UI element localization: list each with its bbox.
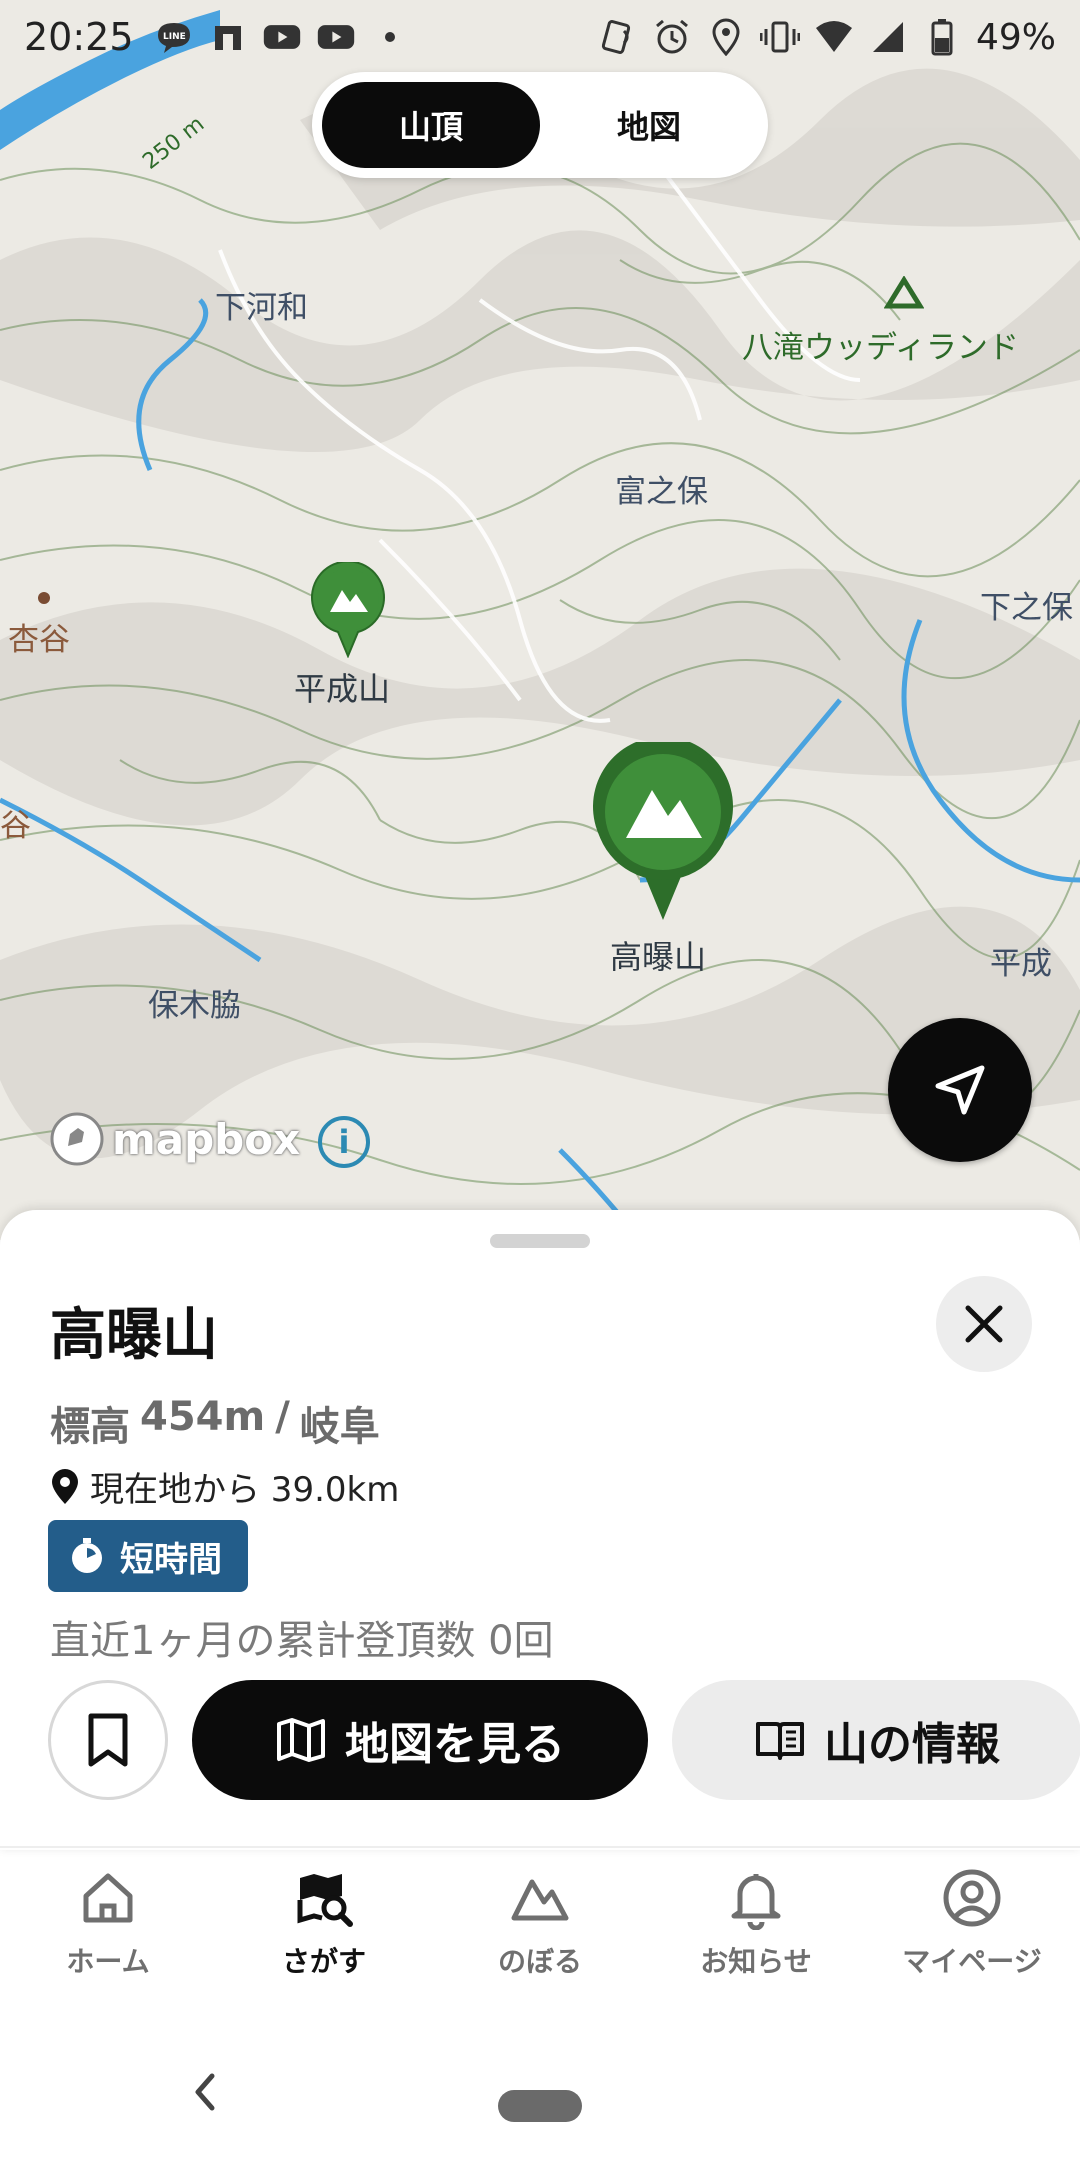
youtube-icon (262, 17, 302, 57)
nav-notifications-label: お知らせ (700, 1945, 812, 1978)
navigation-arrow-icon (935, 1065, 985, 1115)
bell-icon (731, 1874, 781, 1930)
locate-me-button[interactable] (888, 1018, 1032, 1162)
mountain-pin-icon (311, 560, 385, 659)
signal-icon (868, 17, 908, 57)
summit-count: 直近1ヶ月の累計登頂数 0回 (50, 1618, 554, 1664)
mapbox-wordmark: mapbox (112, 1114, 301, 1164)
battery-icon (922, 17, 962, 57)
nav-home-label: ホーム (66, 1945, 150, 1978)
nav-home[interactable]: ホーム (0, 1848, 216, 1998)
nav-mypage-label: マイページ (902, 1945, 1042, 1978)
place-label: 富之保 (615, 474, 708, 510)
map-icon (277, 1718, 325, 1762)
mountain-info-label: 山の情報 (824, 1719, 1000, 1770)
place-label: 下之保 (980, 590, 1073, 626)
wifi-icon (814, 17, 854, 57)
mountain-pin-icon (593, 736, 733, 920)
peak-pin-selected[interactable] (590, 736, 736, 926)
book-icon (756, 1722, 804, 1760)
stopwatch-icon (72, 1538, 102, 1573)
status-time: 20:25 (24, 15, 134, 59)
peak-title: 高曝山 (50, 1303, 218, 1368)
system-icons: 49% (598, 17, 1056, 58)
svg-text:LINE: LINE (163, 32, 186, 42)
dot-icon (370, 17, 410, 57)
toggle-map[interactable]: 地図 (540, 82, 758, 168)
search-map-icon (297, 1874, 353, 1927)
nav-search-label: さがす (281, 1945, 366, 1978)
peak-detail-sheet: 高曝山 標高 454m / 岐阜 現在地から 39.0km 短時間 直近1ヶ月の… (0, 1210, 1080, 1850)
duration-badge-label: 短時間 (120, 1539, 222, 1580)
view-map-label: 地図を見る (345, 1719, 565, 1770)
place-label: 下河和 (215, 290, 308, 326)
place-label: 保木脇 (148, 988, 241, 1024)
prefecture: 岐阜 (299, 1404, 380, 1450)
peak-label-selected: 高曝山 (610, 938, 707, 976)
status-bar: 20:25 LINE 49% (0, 0, 1080, 74)
location-icon (706, 17, 746, 57)
mapbox-mark-icon (50, 1112, 104, 1166)
n-icon (208, 17, 248, 57)
distance-text: 現在地から 39.0km (90, 1470, 400, 1510)
map-view[interactable]: 250 m 下河和 八滝ウッディランド 富之保 下之保 杏谷 谷 平成 保木脇 … (0, 0, 1080, 1240)
home-icon (83, 1873, 133, 1923)
bottom-nav: ホーム さがす のぼる お知らせ マイページ (0, 1848, 1080, 1998)
nfc-icon (598, 17, 638, 57)
alarm-icon (652, 17, 692, 57)
nav-notifications[interactable]: お知らせ (648, 1848, 864, 1998)
view-map-button[interactable]: 地図を見る (192, 1680, 648, 1800)
nav-climb[interactable]: のぼる (432, 1848, 648, 1998)
elevation-line: 標高 454m / 岐阜 (50, 1394, 380, 1452)
place-label: 平成 (990, 946, 1052, 982)
place-label: 八滝ウッディランド (742, 330, 1019, 366)
toggle-summit[interactable]: 山頂 (322, 82, 540, 168)
elevation-value: 454m (140, 1394, 266, 1440)
campsite-icon (884, 276, 924, 309)
elevation-separator: / (275, 1394, 290, 1440)
action-row: 地図を見る 山の情報 (48, 1680, 1080, 1800)
attribution-info-icon[interactable]: i (318, 1116, 370, 1168)
mountain-icon (511, 1879, 569, 1921)
place-label: 杏谷 (8, 622, 70, 658)
duration-badge: 短時間 (48, 1520, 248, 1592)
nav-climb-label: のぼる (497, 1945, 582, 1978)
mountain-info-button[interactable]: 山の情報 (672, 1680, 1080, 1800)
mapbox-logo: mapbox (48, 1110, 300, 1168)
peak-label: 平成山 (294, 670, 391, 708)
place-label: 谷 (0, 808, 31, 844)
sheet-drag-handle[interactable] (490, 1234, 590, 1248)
line-icon: LINE (154, 17, 194, 57)
elevation-label: 標高 (50, 1404, 130, 1450)
nav-mypage[interactable]: マイページ (864, 1848, 1080, 1998)
bookmark-button[interactable] (48, 1680, 168, 1800)
bookmark-icon (88, 1713, 128, 1767)
view-toggle: 山頂 地図 (312, 72, 768, 178)
vibrate-icon (759, 17, 800, 57)
location-pin-icon (52, 1468, 78, 1504)
peak-pin-small[interactable] (310, 560, 386, 662)
system-navigation (0, 2020, 1080, 2160)
back-icon[interactable] (190, 2070, 220, 2114)
youtube-icon (316, 17, 356, 57)
close-button[interactable] (936, 1276, 1032, 1372)
user-icon (943, 1869, 1001, 1927)
nav-search[interactable]: さがす (216, 1848, 432, 1998)
notification-icons: LINE (154, 17, 410, 57)
battery-percent: 49% (975, 16, 1056, 58)
close-icon (965, 1305, 1003, 1343)
home-gesture-pill[interactable] (498, 2090, 582, 2122)
distance-line: 現在地から 39.0km (50, 1462, 399, 1511)
